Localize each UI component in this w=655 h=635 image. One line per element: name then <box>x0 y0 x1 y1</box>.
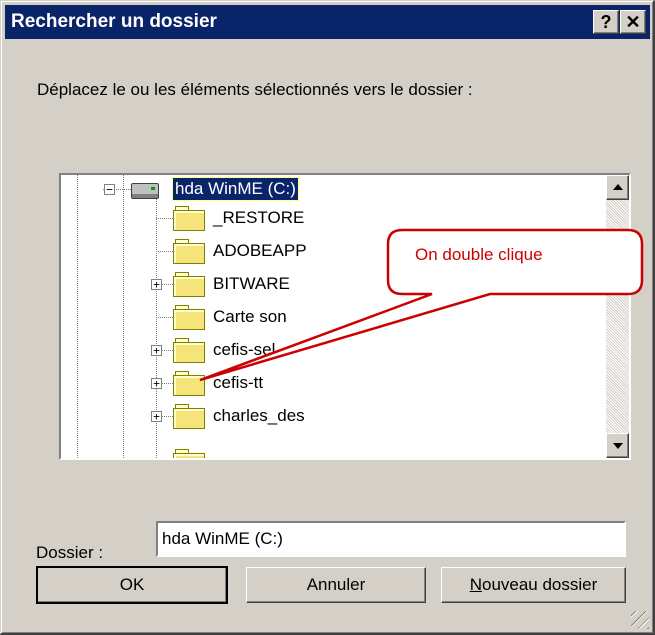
annotation-text: On double clique <box>415 245 543 264</box>
annotation-callout <box>199 228 644 382</box>
